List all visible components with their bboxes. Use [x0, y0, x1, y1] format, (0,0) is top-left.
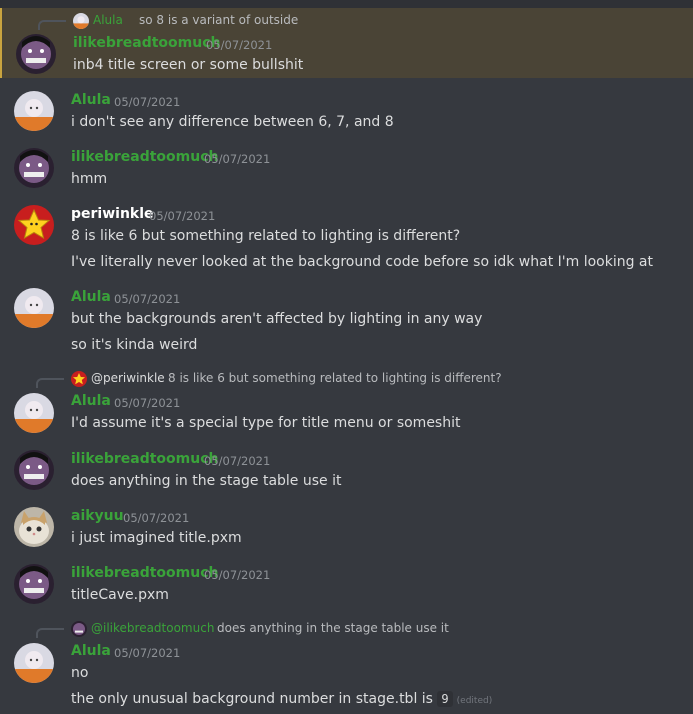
edited-label: (edited): [456, 696, 493, 706]
message-text: inb4 title screen or some bullshit: [73, 57, 304, 73]
timestamp[interactable]: 05/07/2021: [114, 292, 180, 306]
ilikebreadtoomuch-avatar-icon[interactable]: [14, 450, 54, 490]
top-bar: [0, 0, 693, 8]
message[interactable]: @periwinkle 8 is like 6 but something re…: [0, 368, 693, 443]
message-text: 8 is like 6 but something related to lig…: [71, 228, 461, 244]
timestamp[interactable]: 05/07/2021: [114, 95, 180, 109]
reply-text[interactable]: so 8 is a variant of outside: [139, 13, 298, 27]
reply-connector: [36, 628, 64, 638]
timestamp[interactable]: 05/07/2021: [204, 568, 270, 582]
message-text: titleCave.pxm: [71, 587, 169, 603]
ilikebreadtoomuch-avatar-icon: [71, 621, 87, 637]
message-text: i don't see any difference between 6, 7,…: [71, 114, 394, 130]
message-text-line: the only unusual background number in st…: [71, 691, 492, 707]
message-author[interactable]: Alula: [71, 643, 111, 659]
ilikebreadtoomuch-avatar-icon[interactable]: [14, 564, 54, 604]
message-text: I've literally never looked at the backg…: [71, 254, 653, 270]
message[interactable]: Alula 05/07/2021 i don't see any differe…: [0, 80, 693, 135]
star-avatar-icon: [71, 371, 87, 387]
message[interactable]: Alula so 8 is a variant of outside ilike…: [0, 8, 693, 78]
message-author[interactable]: Alula: [71, 92, 111, 108]
message-text: does anything in the stage table use it: [71, 473, 342, 489]
message-author[interactable]: ilikebreadtoomuch: [71, 149, 218, 165]
alula-avatar-icon[interactable]: [14, 393, 54, 433]
message-text: but the backgrounds aren't affected by l…: [71, 311, 483, 327]
timestamp[interactable]: 05/07/2021: [114, 396, 180, 410]
inline-code: 9: [437, 691, 453, 707]
message-author[interactable]: ilikebreadtoomuch: [71, 565, 218, 581]
alula-avatar-icon[interactable]: [14, 288, 54, 328]
message-author[interactable]: ilikebreadtoomuch: [71, 451, 218, 467]
message-author[interactable]: aikyuu: [71, 508, 124, 524]
message[interactable]: aikyuu 05/07/2021 i just imagined title.…: [0, 505, 693, 560]
message-author[interactable]: periwinkle: [71, 206, 154, 222]
message-text: hmm: [71, 171, 108, 187]
alula-avatar-icon[interactable]: [14, 643, 54, 683]
timestamp[interactable]: 05/07/2021: [149, 209, 215, 223]
message-text: i just imagined title.pxm: [71, 530, 242, 546]
message[interactable]: @ilikebreadtoomuch does anything in the …: [0, 618, 693, 714]
ilikebreadtoomuch-avatar-icon[interactable]: [16, 34, 56, 74]
message[interactable]: ilikebreadtoomuch 05/07/2021 titleCave.p…: [0, 562, 693, 617]
ilikebreadtoomuch-avatar-icon[interactable]: [14, 148, 54, 188]
message-text: the only unusual background number in st…: [71, 691, 433, 707]
reply-author[interactable]: @periwinkle: [91, 371, 165, 385]
timestamp[interactable]: 05/07/2021: [123, 511, 189, 525]
reply-connector: [38, 20, 66, 30]
timestamp[interactable]: 05/07/2021: [114, 646, 180, 660]
message-author[interactable]: ilikebreadtoomuch: [73, 35, 220, 51]
reply-connector: [36, 378, 64, 388]
reply-text[interactable]: 8 is like 6 but something related to lig…: [168, 371, 502, 385]
reply-preview[interactable]: @periwinkle 8 is like 6 but something re…: [36, 370, 686, 388]
reply-author[interactable]: Alula: [93, 13, 123, 27]
message-text: so it's kinda weird: [71, 337, 198, 353]
message[interactable]: ilikebreadtoomuch 05/07/2021 does anythi…: [0, 448, 693, 503]
reply-preview[interactable]: @ilikebreadtoomuch does anything in the …: [36, 620, 686, 638]
timestamp[interactable]: 05/07/2021: [206, 38, 272, 52]
alula-avatar-icon[interactable]: [14, 91, 54, 131]
message-text: I'd assume it's a special type for title…: [71, 415, 461, 431]
timestamp[interactable]: 05/07/2021: [204, 152, 270, 166]
message-author[interactable]: Alula: [71, 393, 111, 409]
reply-text[interactable]: does anything in the stage table use it: [217, 621, 449, 635]
reply-author[interactable]: @ilikebreadtoomuch: [91, 621, 214, 635]
message[interactable]: Alula 05/07/2021 but the backgrounds are…: [0, 277, 693, 359]
message-author[interactable]: Alula: [71, 289, 111, 305]
message-text: no: [71, 665, 89, 681]
timestamp[interactable]: 05/07/2021: [204, 454, 270, 468]
message[interactable]: periwinkle 05/07/2021 8 is like 6 but so…: [0, 194, 693, 274]
reply-preview[interactable]: Alula so 8 is a variant of outside: [38, 12, 688, 30]
star-avatar-icon[interactable]: [14, 205, 54, 245]
alula-avatar-icon: [73, 13, 89, 29]
cat-avatar-icon[interactable]: [14, 507, 54, 547]
message[interactable]: ilikebreadtoomuch 05/07/2021 hmm: [0, 137, 693, 192]
